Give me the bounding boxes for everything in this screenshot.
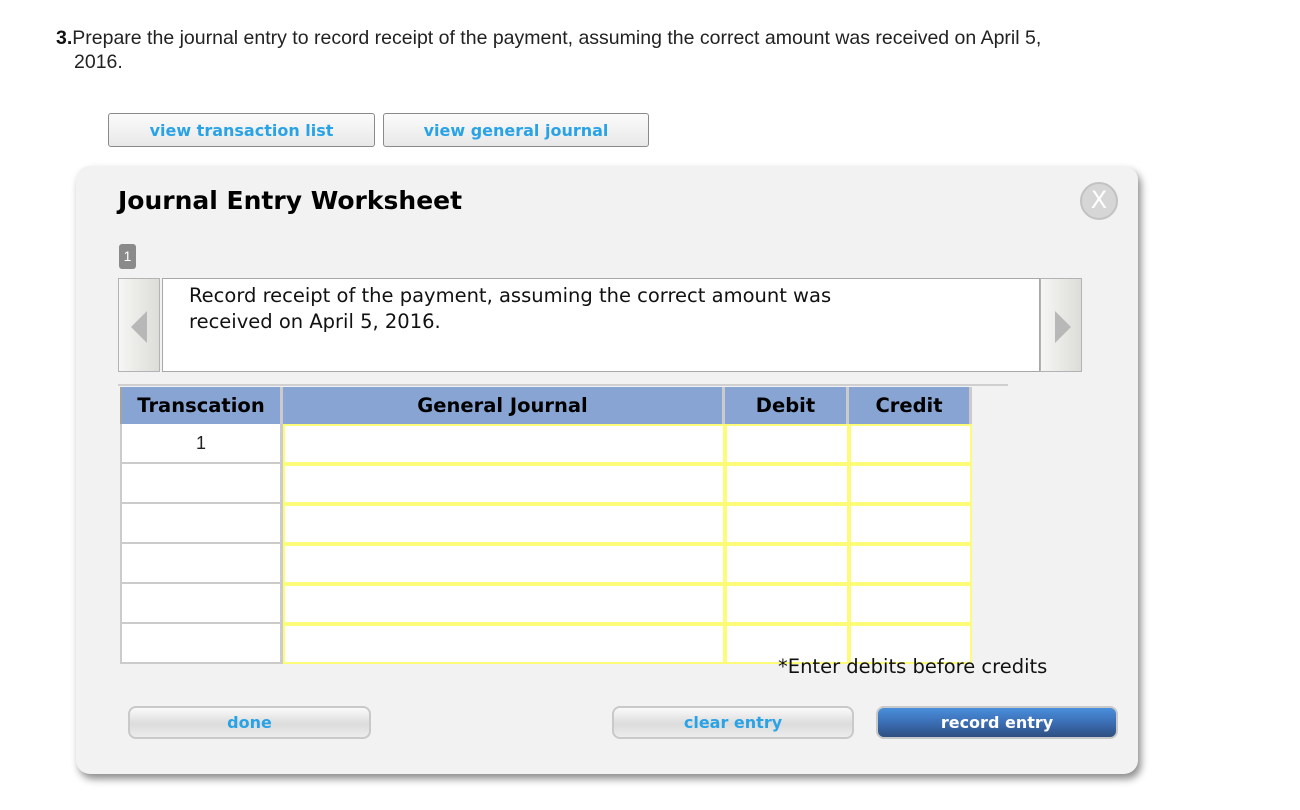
record-entry-button[interactable]: record entry [876,706,1118,739]
credit-input[interactable] [849,424,972,464]
step-number-badge[interactable]: 1 [119,244,136,269]
debits-before-credits-note: *Enter debits before credits [778,655,1048,678]
transaction-cell [120,544,283,584]
arrow-right-icon [1055,311,1071,343]
credit-input[interactable] [849,544,972,584]
view-transaction-list-button[interactable]: view transaction list [108,113,375,147]
table-header-row: Transcation General Journal Debit Credit [120,387,972,424]
journal-entry-table: Transcation General Journal Debit Credit… [120,387,972,664]
debit-input[interactable] [725,424,849,464]
table-row [120,464,972,504]
description-line-1: Record receipt of the payment, assuming … [189,284,832,307]
account-input[interactable] [283,584,725,624]
description-line-2: received on April 5, 2016. [189,310,441,333]
header-debit: Debit [725,387,849,424]
account-input[interactable] [283,424,725,464]
transaction-cell [120,504,283,544]
table-row [120,544,972,584]
debit-input[interactable] [725,464,849,504]
question-prompt: 3.Prepare the journal entry to record re… [56,26,1216,74]
account-input[interactable] [283,624,725,664]
clear-entry-button[interactable]: clear entry [612,706,854,739]
worksheet-title: Journal Entry Worksheet [118,186,463,215]
header-general-journal: General Journal [283,387,725,424]
transaction-cell [120,584,283,624]
table-row: 1 [120,424,972,464]
credit-input[interactable] [849,584,972,624]
debit-input[interactable] [725,544,849,584]
question-number: 3. [56,27,73,49]
transaction-cell [120,624,283,664]
table-divider [118,384,1008,386]
debit-input[interactable] [725,504,849,544]
arrow-left-icon [131,311,147,343]
done-button[interactable]: done [128,706,371,739]
header-credit: Credit [849,387,972,424]
account-input[interactable] [283,504,725,544]
close-icon[interactable]: X [1080,182,1118,220]
account-input[interactable] [283,464,725,504]
table-row [120,504,972,544]
credit-input[interactable] [849,504,972,544]
view-general-journal-button[interactable]: view general journal [383,113,649,147]
next-step-button[interactable] [1040,278,1082,372]
table-row [120,584,972,624]
question-text: Prepare the journal entry to record rece… [72,27,1042,49]
question-text-continuation: 2016. [74,51,123,73]
credit-input[interactable] [849,464,972,504]
account-input[interactable] [283,544,725,584]
step-description: Record receipt of the payment, assuming … [162,278,1040,372]
transaction-cell: 1 [120,424,283,464]
header-transaction: Transcation [120,387,283,424]
previous-step-button[interactable] [118,278,160,372]
debit-input[interactable] [725,584,849,624]
journal-entry-worksheet-panel: Journal Entry Worksheet X 1 Record recei… [76,166,1138,774]
transaction-cell [120,464,283,504]
